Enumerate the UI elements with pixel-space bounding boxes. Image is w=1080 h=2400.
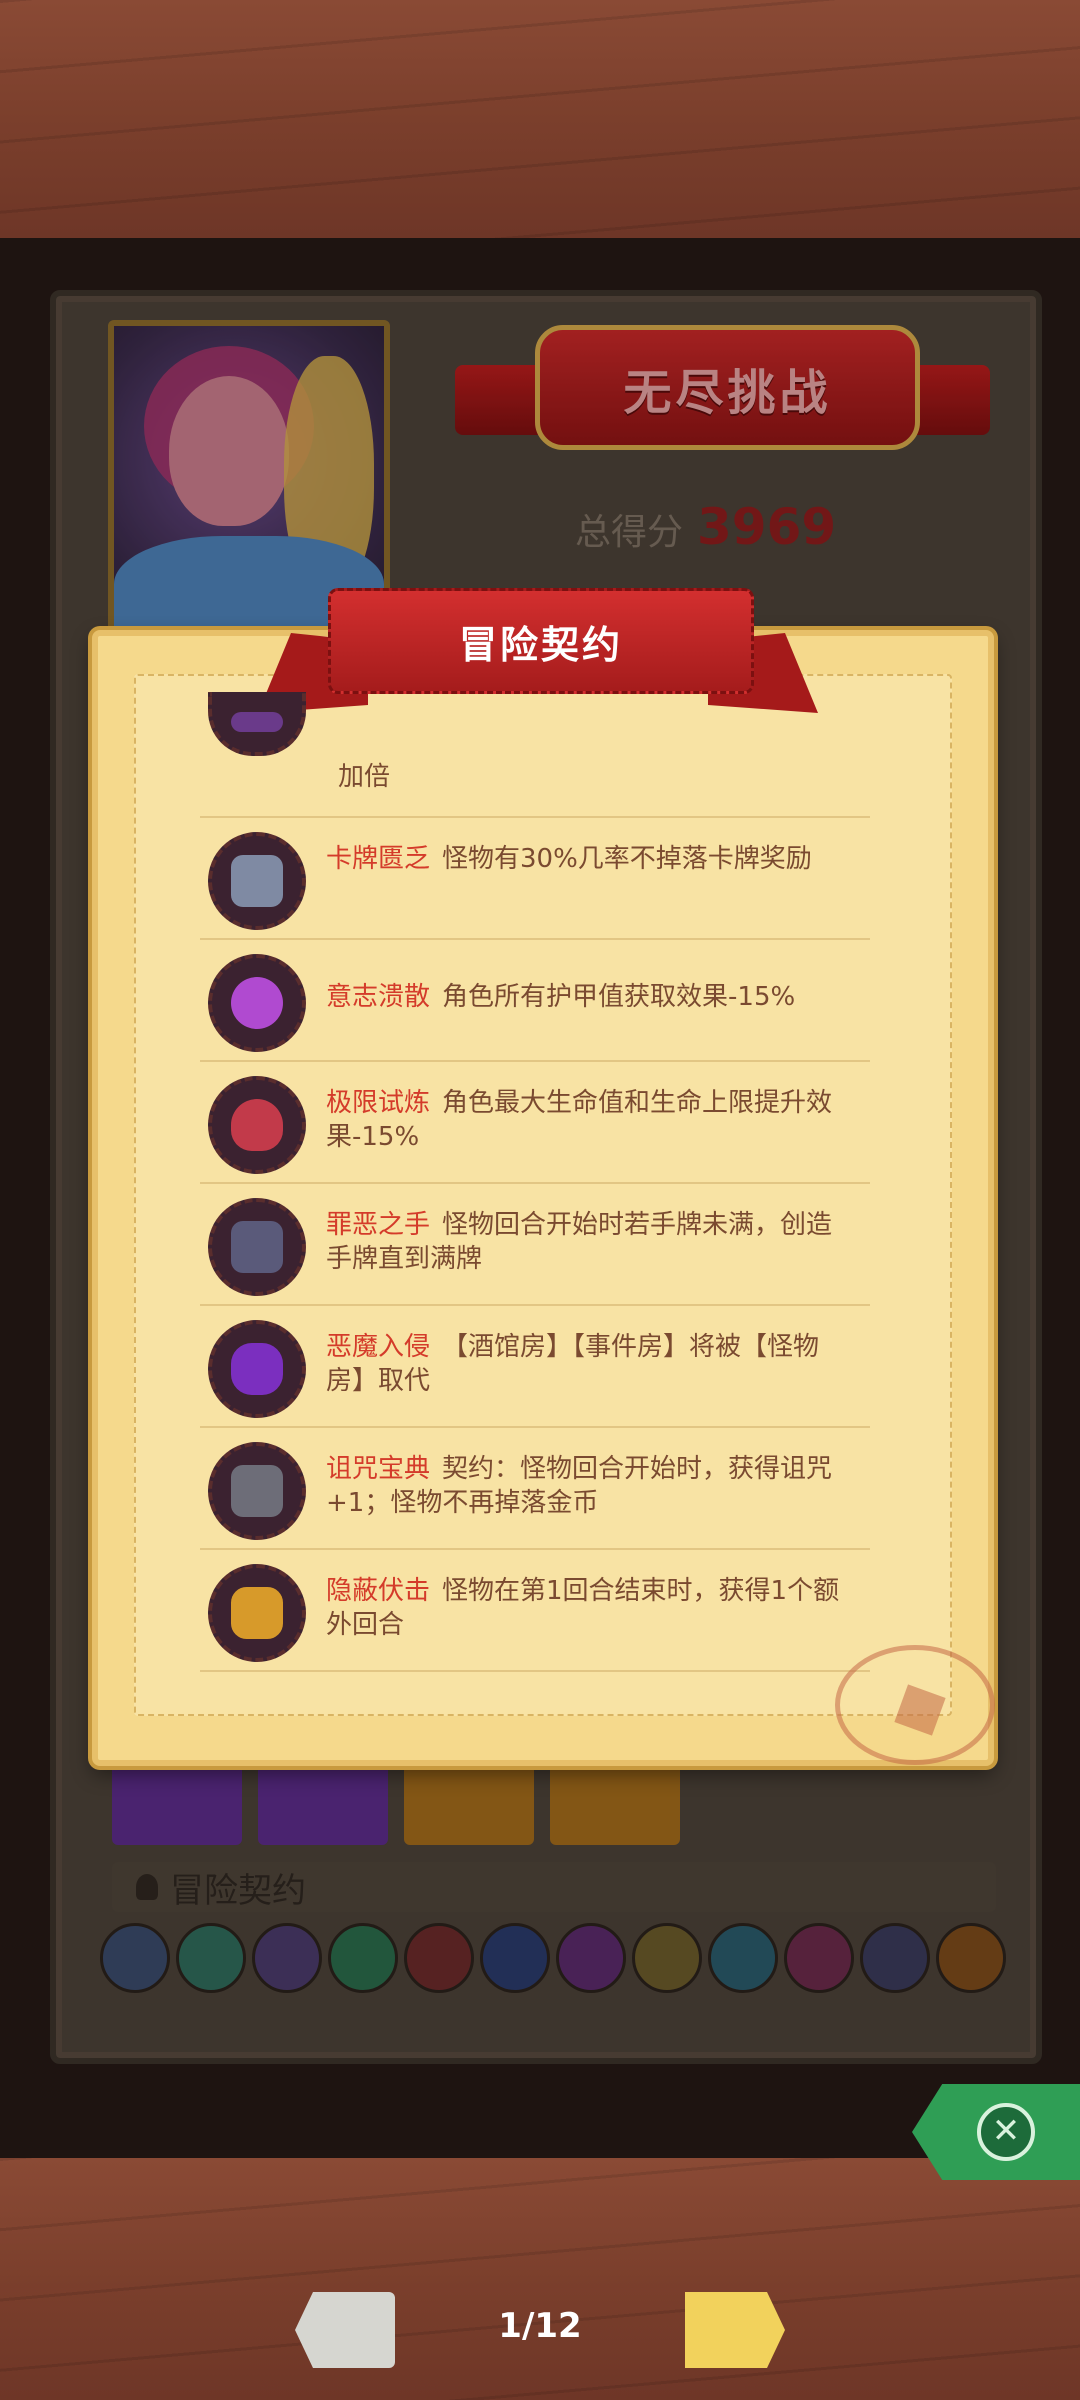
contract-item-name: 恶魔入侵 (326, 1332, 431, 1362)
close-button[interactable]: ✕ (912, 2084, 1080, 2180)
contract-item-desc: 怪物有30%几率不掉落卡牌奖励 (442, 844, 812, 874)
banner-main: 冒险契约 (328, 588, 754, 694)
emblem-core (231, 1465, 283, 1517)
contract-item-text: 恶魔入侵 【酒馆房】【事件房】将被【怪物房】取代 (326, 1330, 856, 1398)
contract-item-text: 意志溃散 角色所有护甲值获取效果-15% (326, 980, 856, 1014)
emblem-core (231, 712, 283, 732)
contract-item: 诅咒宝典 契约：怪物回合开始时，获得诅咒+1；怪物不再掉落金币 (200, 1426, 870, 1550)
evil-hand-icon (208, 1198, 306, 1296)
emblem-core (231, 977, 283, 1029)
contract-item-text: 隐蔽伏击 怪物在第1回合结束时，获得1个额外回合 (326, 1574, 856, 1642)
emblem-core (231, 855, 283, 907)
contract-item-text: 卡牌匮乏 怪物有30%几率不掉落卡牌奖励 (326, 842, 856, 876)
contract-item-name: 卡牌匮乏 (326, 844, 431, 874)
contract-item: 卡牌匮乏 怪物有30%几率不掉落卡牌奖励 (200, 816, 870, 940)
contract-item-name: 隐蔽伏击 (326, 1576, 431, 1606)
partial-emblem-icon (208, 692, 306, 756)
contract-item-desc: 角色所有护甲值获取效果-15% (442, 982, 796, 1012)
contract-item-text: 加倍 (326, 760, 856, 794)
contract-item: 罪恶之手 怪物回合开始时若手牌未满，创造手牌直到满牌 (200, 1182, 870, 1306)
contract-item-name: 意志溃散 (326, 982, 431, 1012)
emblem-core (231, 1343, 283, 1395)
ambush-star-icon (208, 1564, 306, 1662)
demon-icon (208, 1320, 306, 1418)
contract-item-text: 罪恶之手 怪物回合开始时若手牌未满，创造手牌直到满牌 (326, 1208, 856, 1276)
contract-item: 隐蔽伏击 怪物在第1回合结束时，获得1个额外回合 (200, 1548, 870, 1672)
skull-tome-icon (208, 1442, 306, 1540)
page-indicator: 1/12 (498, 2306, 582, 2346)
card-scarcity-icon (208, 832, 306, 930)
shield-break-icon (208, 954, 306, 1052)
modal-title: 冒险契约 (458, 622, 623, 667)
contract-item-text: 诅咒宝典 契约：怪物回合开始时，获得诅咒+1；怪物不再掉落金币 (326, 1452, 856, 1520)
wood-background-top (0, 0, 1080, 238)
next-page-button[interactable] (685, 2292, 785, 2368)
seal-gem (894, 1684, 946, 1736)
contract-item-name: 极限试炼 (326, 1088, 431, 1118)
contract-item: 意志溃散 角色所有护甲值获取效果-15% (200, 938, 870, 1062)
modal-title-banner: 冒险契约 (258, 578, 818, 728)
contract-item: 极限试炼 角色最大生命值和生命上限提升效果-15% (200, 1060, 870, 1184)
contract-item-text: 极限试炼 角色最大生命值和生命上限提升效果-15% (326, 1086, 856, 1154)
contract-item-desc: 加倍 (338, 762, 391, 792)
contract-item: 加倍 (200, 692, 870, 818)
pager: 1/12 (0, 2280, 1080, 2380)
contract-item-name: 罪恶之手 (326, 1210, 431, 1240)
emblem-core (231, 1587, 283, 1639)
heart-lock-icon (208, 1076, 306, 1174)
emblem-core (231, 1221, 283, 1273)
contract-item-name: 诅咒宝典 (326, 1454, 431, 1484)
contract-item: 恶魔入侵 【酒馆房】【事件房】将被【怪物房】取代 (200, 1304, 870, 1428)
wax-seal-stamp (835, 1645, 995, 1765)
close-icon: ✕ (977, 2103, 1035, 2161)
previous-page-button[interactable] (295, 2292, 395, 2368)
emblem-core (231, 1099, 283, 1151)
